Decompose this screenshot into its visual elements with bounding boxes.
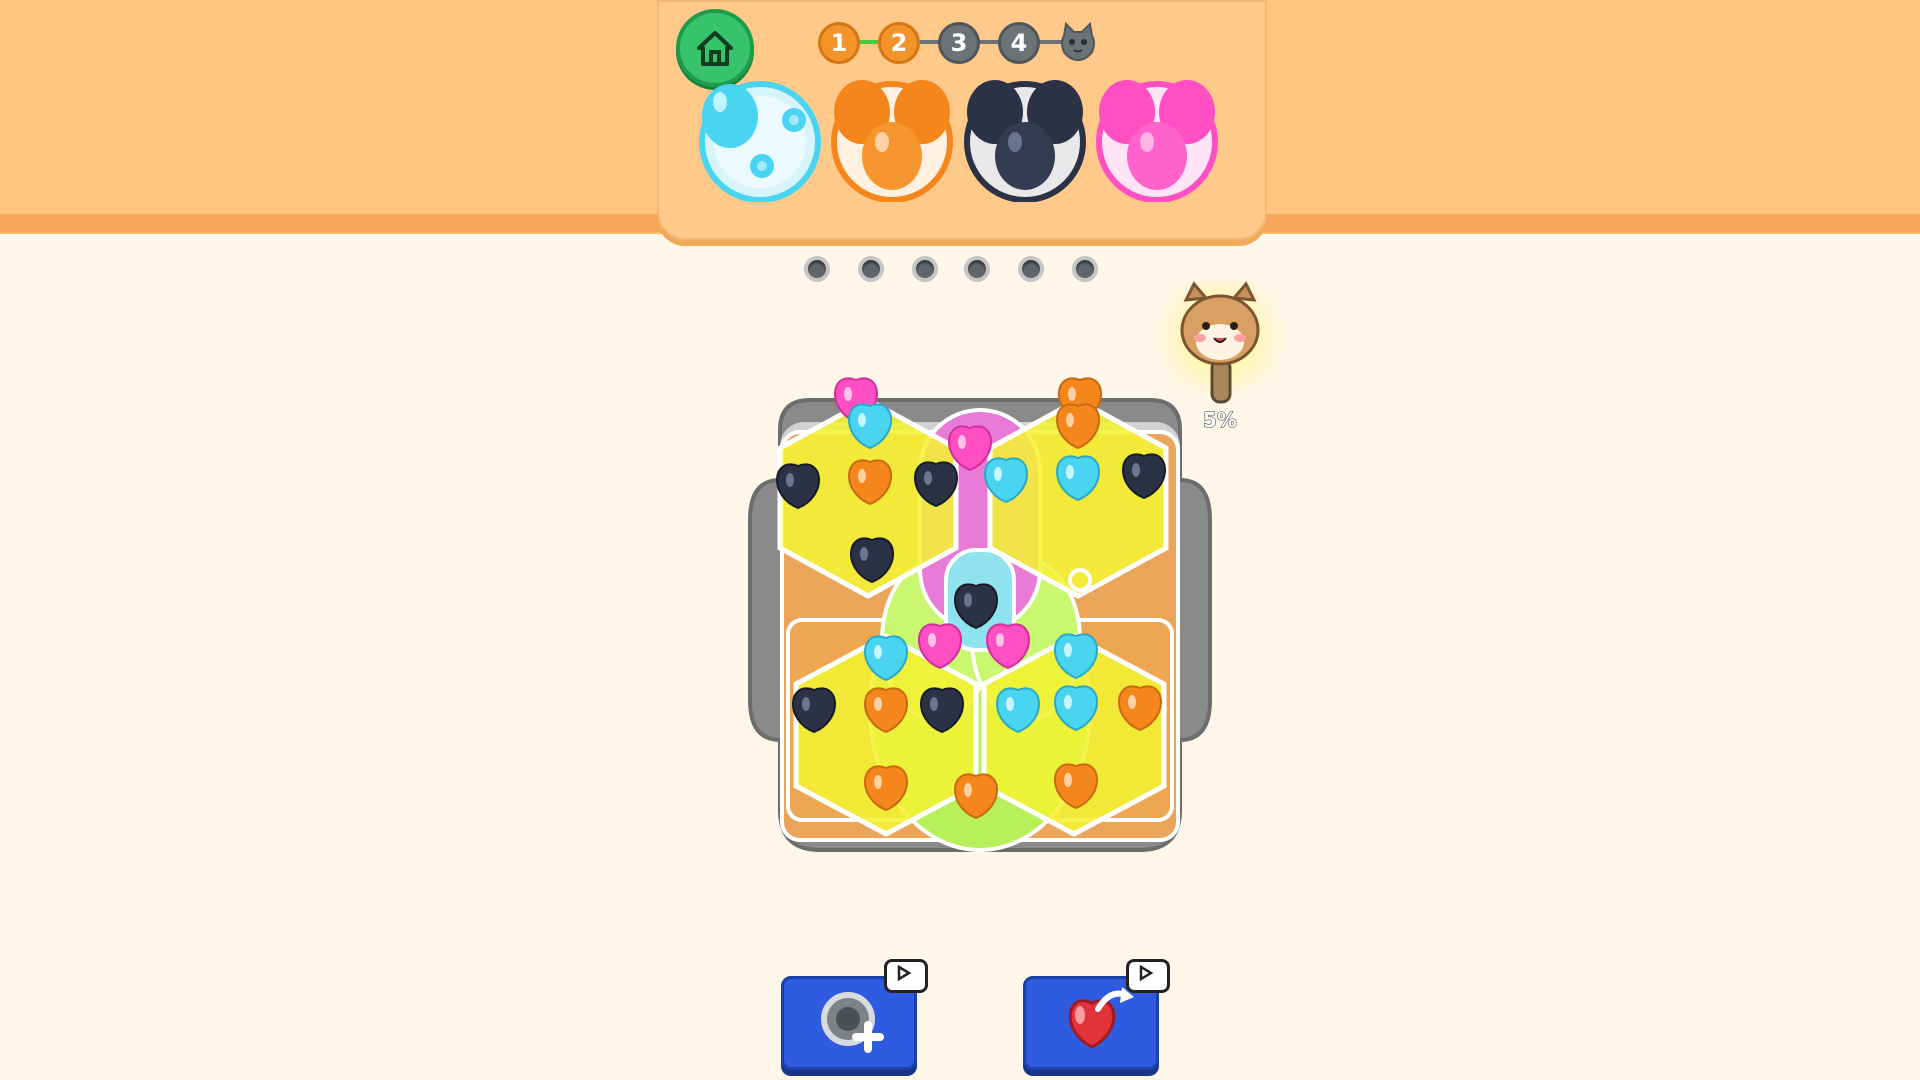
- home-button[interactable]: [676, 9, 754, 87]
- video-ad-badge: [884, 959, 928, 993]
- empty-slot: [804, 256, 830, 282]
- progress-step-2: 2: [878, 22, 920, 64]
- target-tray-pink: [1096, 80, 1218, 202]
- video-ad-badge: [1126, 959, 1170, 993]
- play-icon: [1139, 964, 1154, 982]
- home-icon: [697, 31, 733, 66]
- target-tray-cyan: [699, 81, 821, 202]
- progress-step-4: 4: [998, 22, 1040, 64]
- level-progress: 1 2 3 4: [818, 22, 1108, 64]
- target-tray-orange: [831, 80, 953, 202]
- target-tray-navy: [964, 80, 1086, 202]
- empty-slot: [1018, 256, 1044, 282]
- play-icon: [897, 964, 912, 982]
- empty-slot: [858, 256, 884, 282]
- cat-boss-icon: [1061, 22, 1095, 62]
- puzzle-board: [748, 377, 1212, 852]
- add-hole-button[interactable]: [781, 959, 928, 1070]
- empty-slot: [912, 256, 938, 282]
- progress-step-1: 1: [818, 22, 860, 64]
- progress-step-3: 3: [938, 22, 980, 64]
- move-balloon-button[interactable]: [1023, 959, 1170, 1070]
- holding-slots: [804, 256, 1104, 282]
- empty-slot: [964, 256, 990, 282]
- empty-slot: [1072, 256, 1098, 282]
